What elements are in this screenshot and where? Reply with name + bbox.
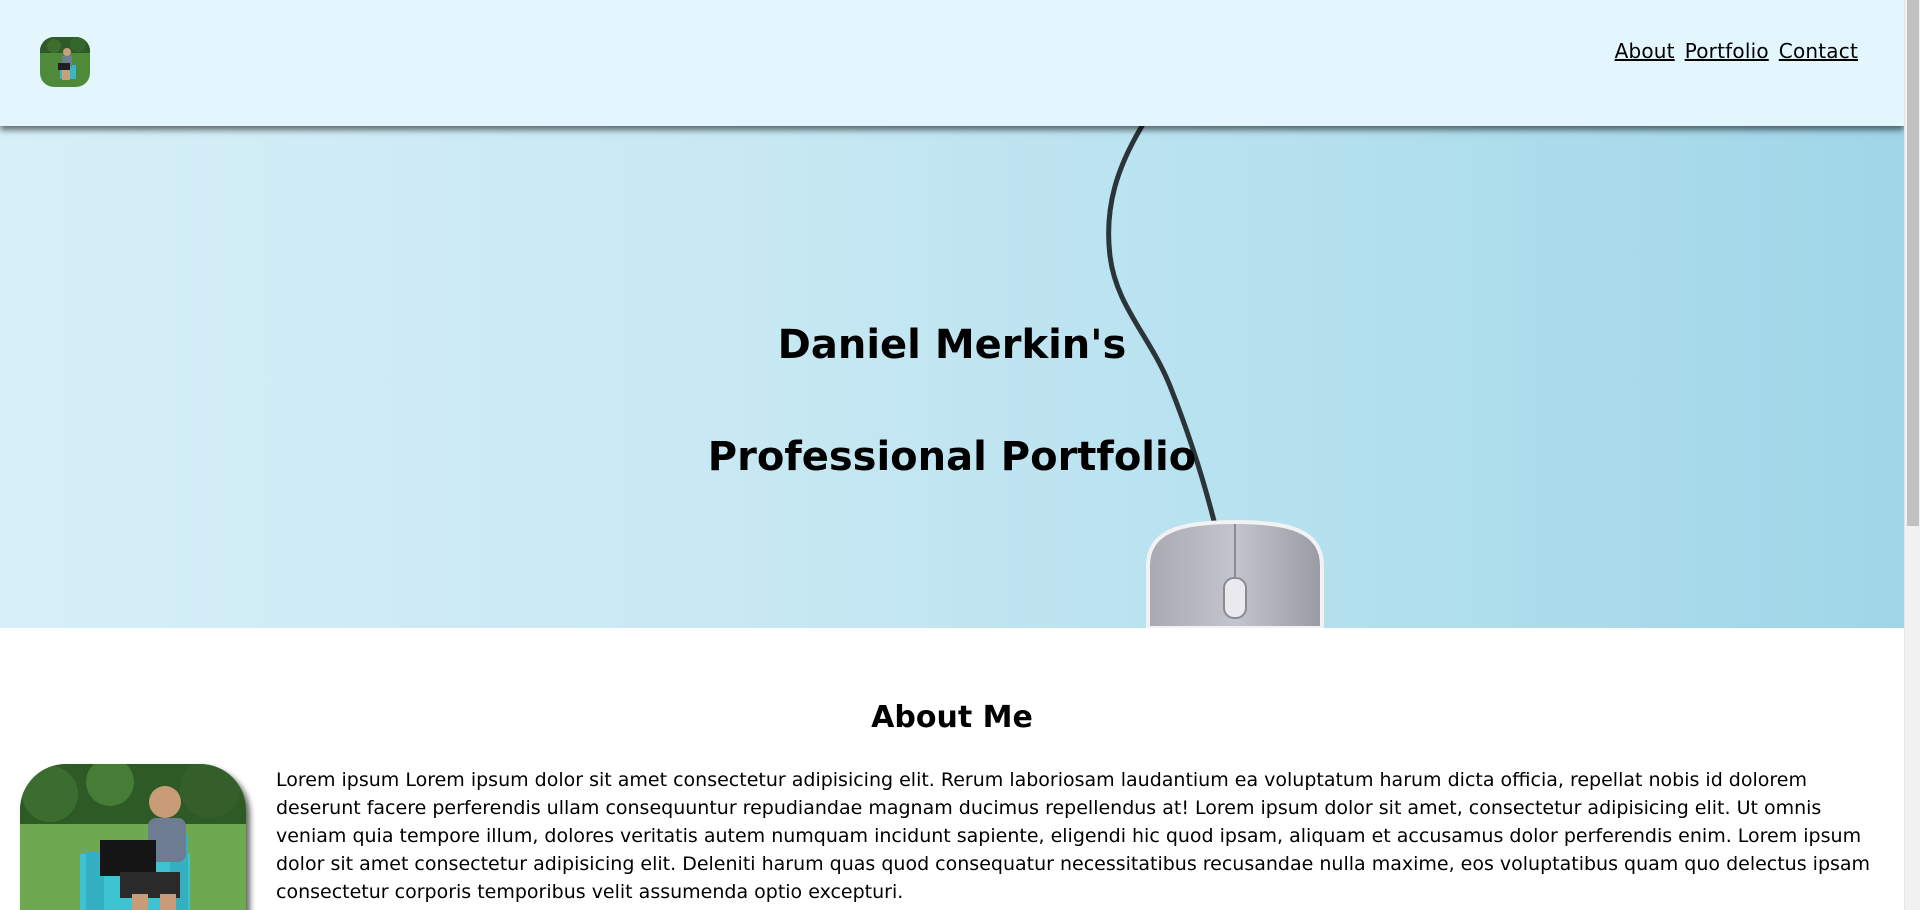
vertical-scrollbar[interactable] (1904, 0, 1920, 910)
nav-link-about[interactable]: About (1615, 39, 1675, 63)
hero-background-image (1106, 126, 1324, 628)
logo-avatar[interactable] (40, 37, 90, 87)
hero-banner: Daniel Merkin's Professional Portfolio (0, 126, 1904, 628)
hero-title-name: Daniel Merkin's (777, 322, 1127, 368)
about-body-text: Lorem ipsum Lorem ipsum dolor sit amet c… (276, 769, 1871, 903)
about-heading: About Me (871, 700, 1033, 735)
main-nav: About Portfolio Contact (1615, 39, 1858, 63)
site-header: About Portfolio Contact (0, 0, 1904, 126)
nav-link-contact[interactable]: Contact (1779, 39, 1858, 63)
scrollbar-thumb[interactable] (1907, 0, 1919, 526)
avatar-image (40, 37, 90, 87)
about-photo-image (20, 764, 246, 910)
page: About Portfolio Contact Daniel Merkin's … (0, 0, 1904, 910)
hero-title-subtitle: Professional Portfolio (707, 434, 1197, 480)
about-photo (20, 764, 246, 910)
nav-link-portfolio[interactable]: Portfolio (1685, 39, 1769, 63)
